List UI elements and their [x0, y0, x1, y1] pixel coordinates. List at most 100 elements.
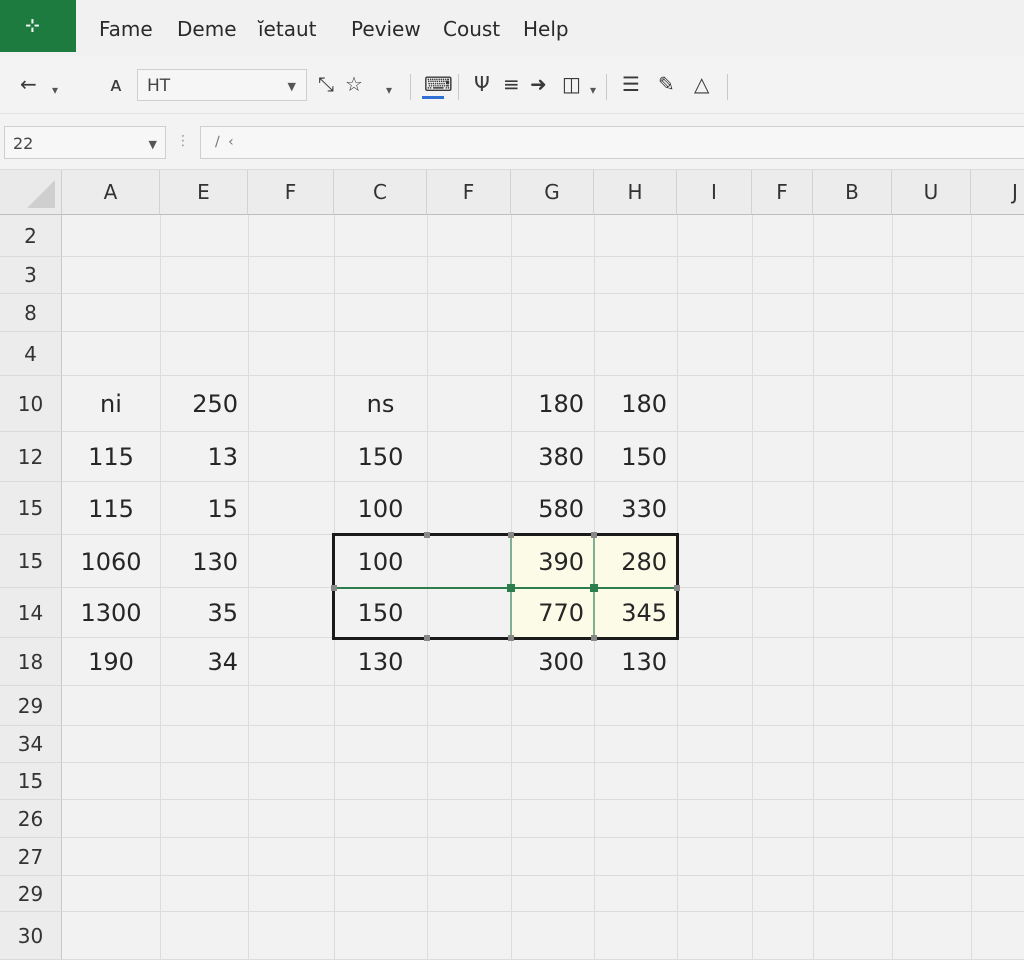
format-dropdown-icon[interactable]: ▾	[590, 78, 596, 102]
back-dropdown-icon[interactable]: ▾	[52, 78, 58, 102]
cell-value[interactable]: 150	[594, 432, 677, 482]
row-header[interactable]: 18	[0, 638, 62, 686]
cell-value[interactable]: ni	[62, 376, 160, 432]
back-arrow-icon[interactable]: ←	[20, 72, 37, 96]
row-header[interactable]: 2	[0, 215, 62, 257]
menu-item-fame[interactable]: Fame	[99, 17, 153, 41]
cell-value[interactable]: 150	[334, 432, 427, 482]
list-icon[interactable]: ☰	[622, 72, 640, 96]
font-name-select[interactable]: HT ▼	[137, 69, 307, 101]
column-header-g[interactable]: G	[511, 170, 594, 215]
selection-handle[interactable]	[591, 532, 597, 538]
chevron-down-icon: ▼	[148, 138, 157, 151]
row-header[interactable]: 14	[0, 588, 62, 638]
menu-item-coust[interactable]: Coust	[443, 17, 500, 41]
row-header[interactable]: 3	[0, 257, 62, 294]
row-header[interactable]: 4	[0, 332, 62, 376]
cell-value[interactable]: 380	[511, 432, 594, 482]
gridline-horizontal	[62, 911, 1024, 912]
column-header-u[interactable]: U	[892, 170, 971, 215]
column-header-f[interactable]: F	[248, 170, 334, 215]
selection-handle[interactable]	[507, 584, 515, 592]
menu-item-peview[interactable]: Peview	[351, 17, 421, 41]
cell-value[interactable]: 190	[62, 638, 160, 686]
row-header[interactable]: 30	[0, 912, 62, 960]
row-header[interactable]: 29	[0, 876, 62, 912]
row-header[interactable]: 15	[0, 535, 62, 588]
cell-value[interactable]: 35	[160, 588, 248, 638]
selection-handle[interactable]	[424, 532, 430, 538]
selection-handle[interactable]	[424, 635, 430, 641]
select-all-icon	[27, 180, 55, 208]
row-header[interactable]: 12	[0, 432, 62, 482]
column-header-a[interactable]: A	[62, 170, 160, 215]
gridline-horizontal	[62, 837, 1024, 838]
app-icon[interactable]: ⊹	[0, 0, 76, 52]
selection-handle[interactable]	[508, 635, 514, 641]
pin-icon[interactable]: ⤡	[318, 72, 334, 96]
selection-handle[interactable]	[331, 585, 337, 591]
column-header-h[interactable]: H	[594, 170, 677, 215]
gridline-horizontal	[62, 725, 1024, 726]
triangle-icon[interactable]: △	[694, 72, 709, 96]
row-header[interactable]: 27	[0, 838, 62, 876]
cell-value[interactable]: 1060	[62, 535, 160, 588]
column-header-f[interactable]: F	[752, 170, 813, 215]
selection-handle[interactable]	[674, 585, 680, 591]
menu-item-help[interactable]: Help	[523, 17, 569, 41]
row-header[interactable]: 8	[0, 294, 62, 332]
gridline-horizontal	[62, 875, 1024, 876]
cell-value[interactable]: 330	[594, 482, 677, 535]
cell-value[interactable]: 580	[511, 482, 594, 535]
cell-value[interactable]: 115	[62, 432, 160, 482]
cell-value[interactable]: 250	[160, 376, 248, 432]
cell-value[interactable]: 130	[334, 638, 427, 686]
row-header[interactable]: 10	[0, 376, 62, 432]
cell-value[interactable]: 130	[594, 638, 677, 686]
align-icon[interactable]: ≡	[503, 72, 520, 96]
column-header-c[interactable]: C	[334, 170, 427, 215]
column-header-j[interactable]: J	[971, 170, 1024, 215]
name-box[interactable]: 22 ▼	[4, 126, 166, 159]
selection-handle[interactable]	[590, 584, 598, 592]
cell-value[interactable]: 15	[160, 482, 248, 535]
fill-color-bar	[422, 96, 444, 99]
select-all-corner[interactable]	[0, 170, 62, 215]
cell-value[interactable]: 180	[594, 376, 677, 432]
column-header-b[interactable]: B	[813, 170, 892, 215]
cell-value[interactable]: 13	[160, 432, 248, 482]
menu-item-format[interactable]: ı̆etaut	[258, 17, 316, 41]
column-header-f[interactable]: F	[427, 170, 511, 215]
menu-item-deme[interactable]: Deme	[177, 17, 237, 41]
cell-value[interactable]: 34	[160, 638, 248, 686]
selection-handle[interactable]	[508, 532, 514, 538]
menu-bar: ⊹ Fame Deme ı̆etaut Peview Coust Help	[0, 0, 1024, 56]
cell-value[interactable]: ns	[334, 376, 427, 432]
selection-handle[interactable]	[591, 635, 597, 641]
spreadsheet-grid[interactable]: A E F C F G H I F B U J 2 3 8 4 10 12 15 15 14 18 29 34 15 26 27 29…	[0, 170, 1024, 960]
arrow-right-icon[interactable]: ➜	[530, 72, 547, 96]
cell-value[interactable]: 300	[511, 638, 594, 686]
cell-value[interactable]: 180	[511, 376, 594, 432]
formula-input[interactable]: ∕ ‹	[200, 126, 1024, 159]
font-name-value: HT	[147, 76, 171, 96]
column-header-i[interactable]: I	[677, 170, 752, 215]
cell-value[interactable]: 130	[160, 535, 248, 588]
row-header[interactable]: 15	[0, 482, 62, 535]
cell-value[interactable]: 115	[62, 482, 160, 535]
format-icon[interactable]: ◫	[562, 72, 581, 96]
star-icon[interactable]: ☆	[345, 72, 363, 96]
font-a-icon[interactable]: ᴀ	[110, 72, 122, 96]
psi-icon[interactable]: Ψ	[474, 72, 490, 96]
row-header[interactable]: 29	[0, 686, 62, 726]
pen-icon[interactable]: ✎	[658, 72, 675, 96]
cell-value[interactable]: 100	[334, 482, 427, 535]
formula-content: ∕ ‹	[215, 134, 236, 150]
star-dropdown-icon[interactable]: ▾	[386, 78, 392, 102]
cell-value[interactable]: 1300	[62, 588, 160, 638]
paint-bucket-icon[interactable]: ⌨	[424, 72, 453, 96]
column-header-e[interactable]: E	[160, 170, 248, 215]
row-header[interactable]: 26	[0, 800, 62, 838]
row-header[interactable]: 15	[0, 763, 62, 800]
row-header[interactable]: 34	[0, 726, 62, 763]
